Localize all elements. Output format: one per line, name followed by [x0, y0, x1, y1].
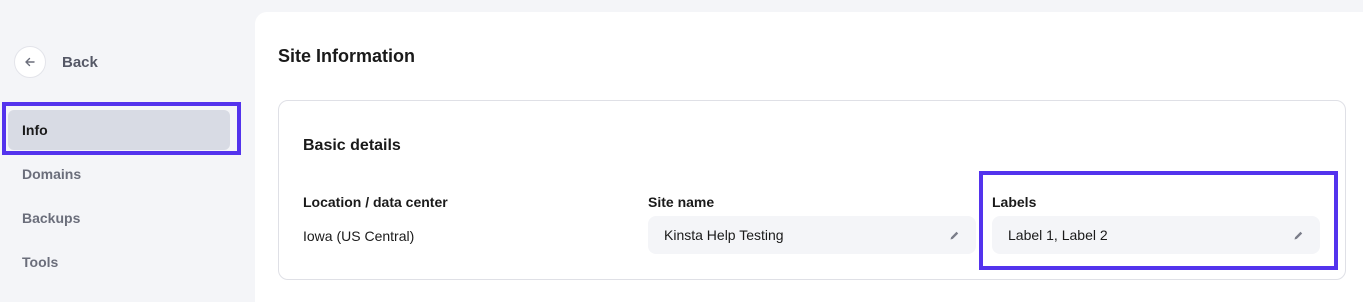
page-title: Site Information [278, 46, 416, 66]
pencil-icon[interactable] [948, 229, 960, 241]
sidebar-item-backups[interactable]: Backups [8, 198, 230, 238]
arrow-left-icon[interactable] [14, 46, 46, 78]
site-name-field[interactable]: Kinsta Help Testing [648, 216, 976, 254]
main-panel: Site Information Basic details Location … [255, 12, 1363, 302]
sidebar-item-domains[interactable]: Domains [8, 154, 230, 194]
sidebar-item-label: Backups [22, 210, 81, 226]
site-name-value: Kinsta Help Testing [664, 227, 784, 243]
labels-label: Labels [992, 194, 1037, 210]
location-value: Iowa (US Central) [303, 228, 415, 244]
sidebar-item-label: Domains [22, 166, 82, 182]
location-label: Location / data center [303, 194, 448, 210]
pencil-icon[interactable] [1292, 229, 1304, 241]
card-title: Basic details [303, 137, 401, 154]
back-label: Back [62, 53, 98, 71]
sidebar-item-tools[interactable]: Tools [8, 242, 230, 282]
back-button[interactable]: Back [14, 46, 98, 78]
sidebar-item-info[interactable]: Info [8, 110, 230, 150]
sidebar-item-label: Tools [22, 254, 59, 270]
labels-value: Label 1, Label 2 [1008, 227, 1108, 243]
sidebar-item-label: Info [22, 122, 48, 138]
labels-field[interactable]: Label 1, Label 2 [992, 216, 1320, 254]
basic-details-card: Basic details Location / data center Iow… [278, 100, 1346, 280]
sidebar: Back Info Domains Backups Tools [0, 0, 255, 295]
site-name-label: Site name [648, 194, 715, 210]
